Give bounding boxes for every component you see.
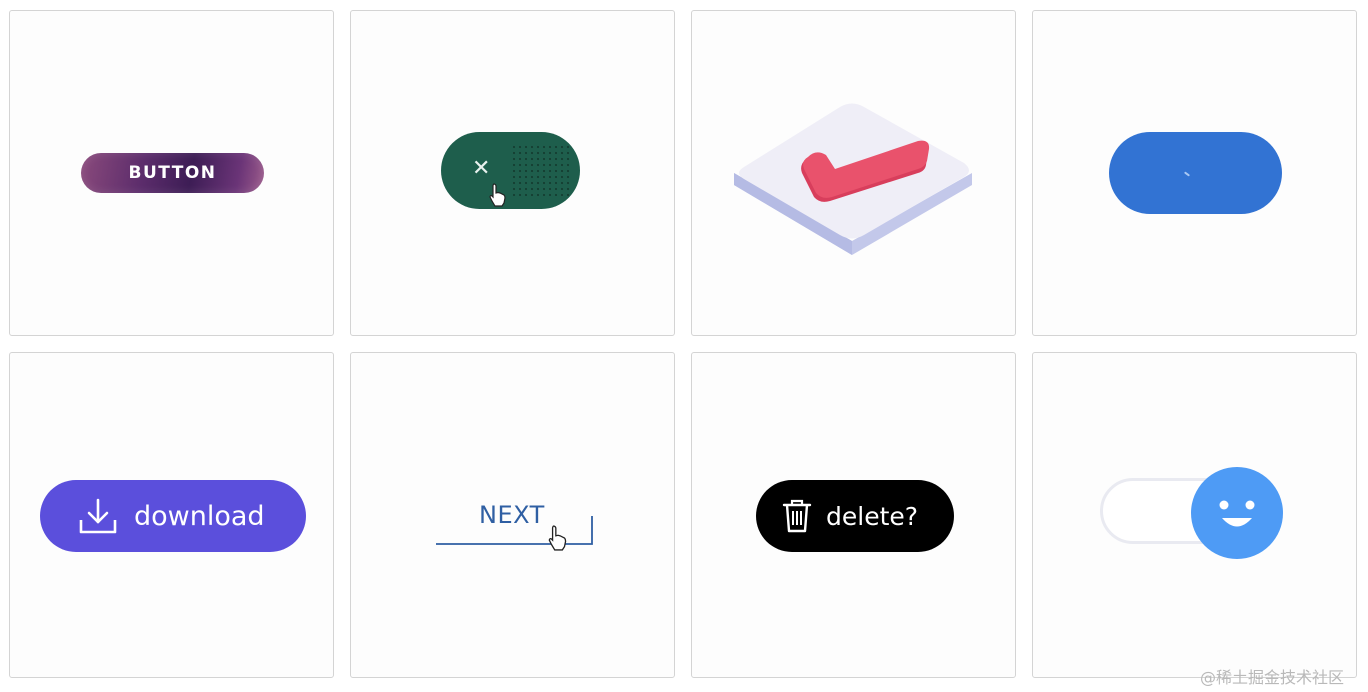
dot-pattern (511, 144, 573, 196)
card-download: download (9, 352, 334, 678)
toggle-knob[interactable] (1191, 467, 1283, 559)
card-gradient-button: BUTTON (9, 10, 334, 336)
smiley-face-icon (1219, 500, 1255, 527)
sparkle-mark (1183, 171, 1191, 177)
card-delete: delete? (691, 352, 1016, 678)
next-underline (436, 516, 593, 545)
card-smiley-toggle (1032, 352, 1357, 678)
watermark: @稀土掘金技术社区 (1200, 668, 1345, 687)
card-next: NEXT (350, 352, 675, 678)
download-button[interactable]: download (40, 480, 306, 552)
close-toggle-button[interactable]: ✕ (441, 132, 580, 209)
pointer-cursor-icon (548, 525, 567, 551)
close-icon: ✕ (472, 156, 491, 181)
download-icon (79, 498, 117, 534)
delete-button[interactable]: delete? (756, 480, 954, 552)
isometric-checkbox[interactable] (732, 101, 977, 261)
gradient-button-label: BUTTON (128, 163, 217, 183)
delete-button-label: delete? (826, 501, 919, 531)
card-isometric-checkbox (691, 10, 1016, 336)
card-blue-pill (1032, 10, 1357, 336)
card-close-toggle: ✕ (350, 10, 675, 336)
trash-icon (782, 499, 812, 533)
pointer-cursor-icon (489, 183, 506, 207)
download-button-label: download (134, 500, 265, 532)
blue-pill-button[interactable] (1109, 132, 1282, 214)
gradient-button[interactable]: BUTTON (81, 153, 264, 193)
